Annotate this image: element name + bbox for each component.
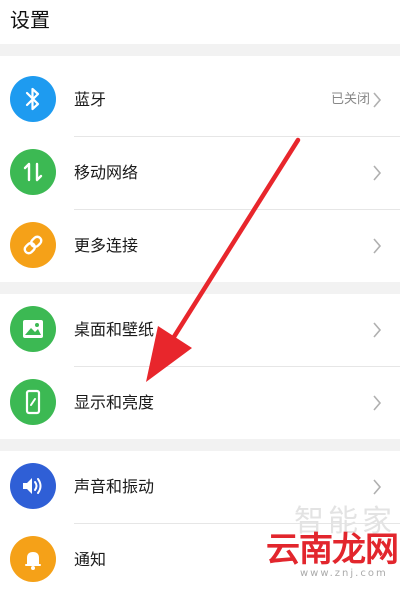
settings-item-bluetooth[interactable]: 蓝牙 已关闭 — [0, 64, 400, 136]
bluetooth-status: 已关闭 — [330, 92, 370, 107]
settings-item-mobile-network[interactable]: 移动网络 — [0, 137, 400, 209]
section-gap — [0, 439, 400, 451]
wallpaper-icon — [10, 306, 56, 352]
settings-item-wallpaper[interactable]: 桌面和壁纸 — [0, 294, 400, 366]
settings-item-label: 更多连接 — [74, 236, 139, 255]
settings-item-label: 声音和振动 — [74, 477, 155, 496]
mobile-network-icon — [10, 149, 56, 195]
chevron-right-icon — [373, 165, 382, 181]
settings-item-label: 移动网络 — [74, 163, 139, 182]
settings-item-display-brightness[interactable]: 显示和亮度 — [0, 367, 400, 439]
section-gap — [0, 44, 400, 56]
chevron-right-icon — [373, 92, 382, 108]
page-title: 设置 — [10, 8, 50, 32]
watermark-url: www.znj.com — [300, 568, 388, 579]
chevron-right-icon — [373, 479, 382, 495]
settings-item-label: 显示和亮度 — [74, 393, 155, 412]
display-brightness-icon — [10, 379, 56, 425]
speaker-icon — [10, 463, 56, 509]
section-gap — [0, 282, 400, 294]
chevron-right-icon — [373, 322, 382, 338]
bluetooth-icon — [10, 76, 56, 122]
settings-item-more-connections[interactable]: 更多连接 — [0, 210, 400, 282]
watermark-logo: 云南龙网 — [266, 530, 399, 570]
link-icon — [10, 222, 56, 268]
chevron-right-icon — [373, 395, 382, 411]
bell-icon — [10, 536, 56, 582]
settings-item-label: 蓝牙 — [74, 90, 107, 109]
settings-item-label: 桌面和壁纸 — [74, 320, 155, 339]
chevron-right-icon — [373, 238, 382, 254]
settings-item-label: 通知 — [74, 550, 107, 569]
